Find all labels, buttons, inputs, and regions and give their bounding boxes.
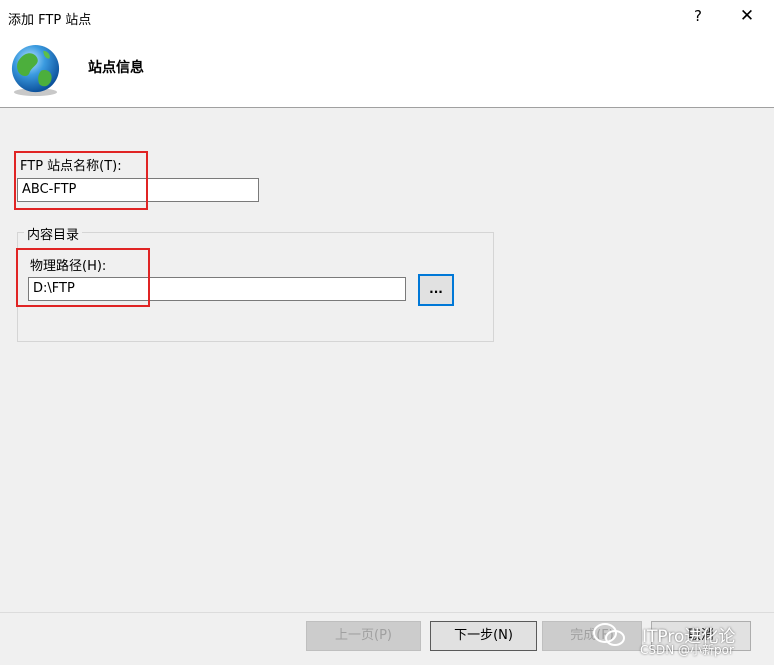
highlight-box-physical-path [16,248,150,307]
wechat-icon [593,623,625,646]
close-button[interactable]: ✕ [734,4,760,28]
wizard-header: 站点信息 [0,32,774,108]
content-directory-legend: 内容目录 [24,224,83,243]
window-title: 添加 FTP 站点 [8,13,92,28]
browse-button[interactable]: ... [418,274,454,306]
page-title: 站点信息 [88,60,144,76]
help-button[interactable]: ? [686,4,710,28]
title-bar: 添加 FTP 站点 ? ✕ [0,0,774,32]
next-button[interactable]: 下一步(N) [430,621,537,651]
previous-button[interactable]: 上一页(P) [306,621,421,651]
highlight-box-site-name [14,151,148,210]
globe-icon [11,44,60,97]
footer-divider [0,612,774,613]
watermark-line2: CSDN @小新por [640,643,734,657]
